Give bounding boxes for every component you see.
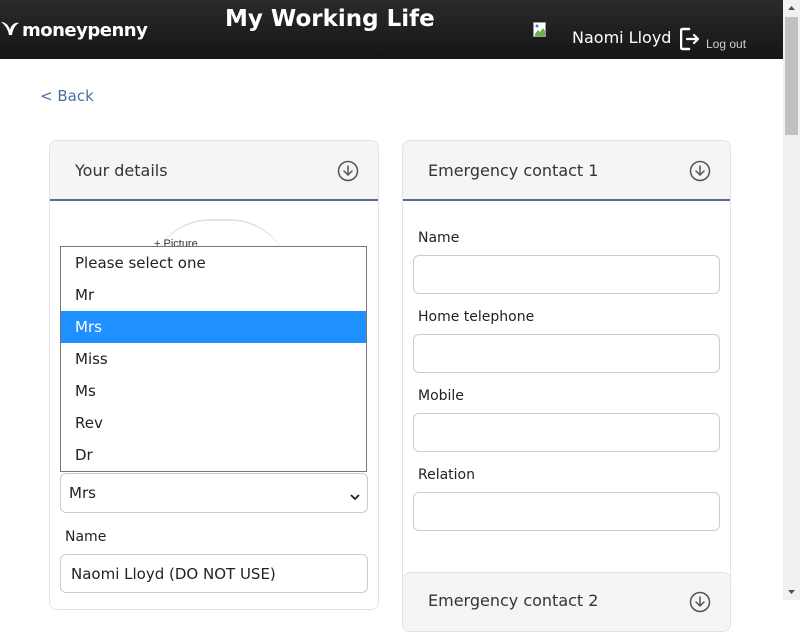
ec1-home-telephone-label: Home telephone (418, 309, 535, 325)
title-select[interactable]: Mrs (60, 473, 368, 513)
ec1-relation-label: Relation (418, 467, 475, 483)
name-field[interactable]: Naomi Lloyd (DO NOT USE) (60, 554, 368, 593)
circle-arrow-down-icon[interactable] (689, 591, 711, 613)
circle-arrow-down-icon[interactable] (689, 160, 711, 182)
chevron-down-icon (350, 488, 360, 501)
dropdown-option[interactable]: Miss (61, 343, 366, 375)
dropdown-option-selected[interactable]: Mrs (61, 311, 366, 343)
back-link[interactable]: < Back (40, 87, 94, 105)
dropdown-option[interactable]: Dr (61, 439, 366, 471)
dropdown-option[interactable]: Ms (61, 375, 366, 407)
user-name[interactable]: Naomi Lloyd (572, 28, 671, 47)
logout-button[interactable]: Log out (679, 27, 747, 56)
scroll-thumb[interactable] (785, 17, 798, 135)
ec1-name-label: Name (418, 230, 460, 246)
moneypenny-logo[interactable]: moneypenny (0, 18, 148, 43)
page-scrollbar[interactable] (783, 0, 800, 600)
your-details-header[interactable]: Your details (50, 141, 378, 201)
ec1-home-telephone-field[interactable] (413, 334, 720, 373)
title-dropdown-list[interactable]: Please select one Mr Mrs Miss Ms Rev Dr (60, 246, 367, 472)
scroll-up-icon[interactable] (783, 0, 800, 17)
logout-icon (679, 27, 700, 56)
scroll-down-icon[interactable] (783, 583, 800, 600)
top-bar: moneypenny My Working Life Naomi Lloyd L… (0, 0, 783, 59)
dropdown-option[interactable]: Rev (61, 407, 366, 439)
dropdown-option[interactable]: Mr (61, 279, 366, 311)
name-label: Name (65, 529, 107, 545)
title-select-value: Mrs (69, 484, 96, 502)
emergency-contact-1-header[interactable]: Emergency contact 1 (403, 141, 730, 201)
ec1-name-field[interactable] (413, 255, 720, 294)
ec1-mobile-field[interactable] (413, 413, 720, 452)
app-title: My Working Life (225, 6, 435, 32)
circle-arrow-down-icon[interactable] (337, 160, 359, 182)
logo-text: moneypenny (22, 19, 148, 41)
emergency-contact-1-title: Emergency contact 1 (428, 161, 599, 180)
dropdown-option[interactable]: Please select one (61, 247, 366, 279)
your-details-title: Your details (75, 161, 168, 180)
bird-icon (0, 18, 20, 43)
broken-image-icon (533, 22, 549, 38)
emergency-contact-2-panel[interactable]: Emergency contact 2 (402, 572, 731, 632)
logout-label: Log out (706, 36, 747, 51)
ec1-mobile-label: Mobile (418, 388, 464, 404)
emergency-contact-1-panel: Emergency contact 1 Name Home telephone … (402, 140, 731, 610)
emergency-contact-2-title: Emergency contact 2 (428, 591, 599, 610)
ec1-relation-field[interactable] (413, 492, 720, 531)
